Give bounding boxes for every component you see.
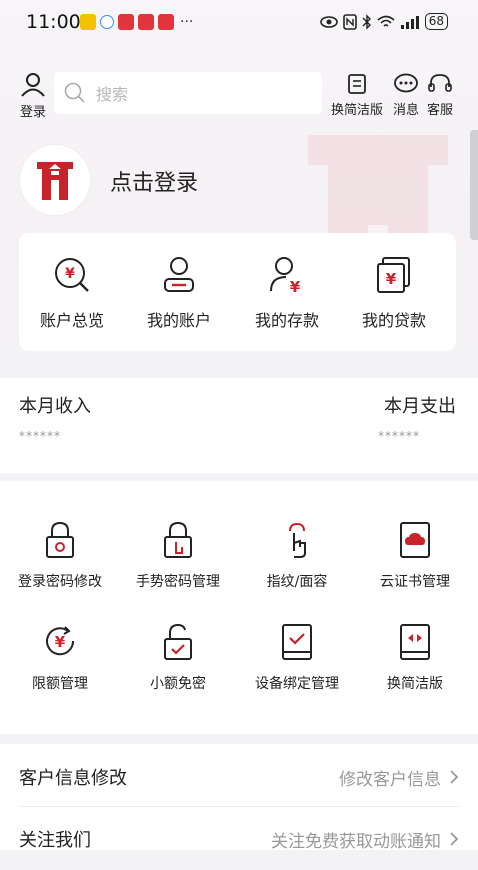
search-input[interactable]: 搜索 [54, 72, 322, 114]
battery-indicator: 68 [424, 13, 448, 30]
expense-label: 本月支出 [384, 396, 456, 417]
security-item-label: 指纹/面容 [266, 574, 328, 590]
user-yuan-icon: ¥ [270, 257, 301, 296]
status-indicators: 68 [319, 13, 448, 30]
status-time: 11:00 [26, 11, 81, 33]
side-drawer-handle[interactable] [470, 130, 478, 240]
security-fingerprint-face[interactable]: 指纹/面容 [237, 521, 357, 591]
message-icon [394, 73, 418, 93]
app-notification-icon [118, 14, 134, 30]
quick-action-label: 我的账户 [146, 311, 211, 330]
simple-mode-button[interactable]: 换简洁版 [331, 73, 383, 118]
bluetooth-icon [362, 13, 371, 30]
chevron-right-icon [450, 832, 459, 846]
monthly-summary-card[interactable]: 本月收入 ****** 本月支出 ****** [0, 378, 478, 473]
message-label: 消息 [393, 103, 420, 118]
signal-icon [400, 15, 419, 29]
yuan-search-icon: ¥ [55, 258, 89, 292]
cloud-cert-icon [400, 522, 430, 558]
security-small-amount-free[interactable]: 小额免密 [118, 623, 238, 693]
settings-list: 客户信息修改 修改客户信息 关注我们 关注免费获取动账通知 [0, 744, 478, 852]
security-item-label: 登录密码修改 [18, 574, 102, 590]
device-check-icon [282, 624, 312, 660]
income-value: ****** [19, 429, 61, 443]
list-item-title: 客户信息修改 [19, 768, 127, 789]
login-label: 登录 [19, 105, 46, 120]
quick-action-account-overview[interactable]: ¥ 账户总览 [22, 255, 122, 331]
unlock-check-icon [164, 623, 192, 660]
security-item-label: 设备绑定管理 [255, 676, 339, 692]
avatar[interactable] [20, 145, 90, 215]
search-placeholder: 搜索 [96, 85, 129, 104]
income-label: 本月收入 [19, 396, 91, 417]
app-notification-icon [100, 15, 114, 29]
security-cloud-certificate[interactable]: 云证书管理 [355, 521, 475, 591]
quick-action-my-account[interactable]: 我的账户 [129, 255, 229, 331]
svg-text:¥: ¥ [65, 266, 75, 282]
security-item-label: 换简洁版 [387, 676, 443, 692]
simple-mode-label: 换简洁版 [331, 103, 384, 118]
list-item-title: 关注我们 [19, 830, 91, 851]
wifi-icon [377, 15, 395, 27]
divider [19, 806, 459, 807]
headset-icon [428, 74, 452, 92]
security-simple-mode[interactable]: 换简洁版 [355, 623, 475, 693]
svg-text:¥: ¥ [290, 278, 301, 295]
more-notifications-icon: ··· [180, 14, 194, 30]
security-login-password[interactable]: 登录密码修改 [0, 521, 120, 591]
quick-action-my-loan[interactable]: ¥ 我的贷款 [344, 255, 444, 331]
security-item-label: 云证书管理 [380, 574, 450, 590]
customer-service-label: 客服 [427, 103, 454, 118]
nfc-icon [342, 13, 357, 30]
touch-icon [289, 522, 306, 558]
app-notification-icon [158, 14, 174, 30]
user-icon [21, 73, 45, 97]
quick-action-label: 我的贷款 [361, 311, 426, 330]
login-prompt[interactable]: 点击登录 [110, 165, 198, 197]
expense-value: ****** [378, 429, 420, 443]
security-item-label: 限额管理 [32, 676, 88, 692]
security-device-binding[interactable]: 设备绑定管理 [237, 623, 357, 693]
security-settings-card: 登录密码修改 手势密码管理 指纹/面容 云证书管理 ¥ 限额管理 小额免密 设备… [0, 481, 478, 734]
search-icon [64, 82, 85, 103]
lock-hand-icon [164, 521, 192, 558]
lock-gear-icon [46, 521, 74, 558]
app-notification-icon [138, 14, 154, 30]
message-button[interactable]: 消息 [393, 73, 419, 118]
customer-service-button[interactable]: 客服 [427, 73, 453, 118]
security-limit-management[interactable]: ¥ 限额管理 [0, 623, 120, 693]
yuan-cards-icon: ¥ [377, 257, 410, 293]
svg-text:¥: ¥ [55, 633, 66, 651]
list-item-value-text: 修改客户信息 [339, 769, 441, 790]
svg-text:¥: ¥ [386, 270, 397, 288]
login-button[interactable]: 登录 [19, 73, 47, 120]
quick-action-label: 我的存款 [254, 311, 319, 330]
security-item-label: 手势密码管理 [136, 574, 220, 590]
quick-actions-card: ¥ 账户总览 我的账户 ¥ 我的存款 ¥ 我的贷款 [19, 233, 456, 351]
list-item-value: 修改客户信息 [339, 765, 459, 790]
yuan-limit-icon: ¥ [46, 626, 75, 656]
list-item-value-text: 关注免费获取动账通知 [271, 831, 441, 852]
status-app-icons: ··· [80, 14, 193, 30]
simple-mode-icon [348, 74, 366, 94]
app-notification-icon [80, 14, 96, 30]
quick-action-my-deposit[interactable]: ¥ 我的存款 [237, 255, 337, 331]
chevron-right-icon [450, 770, 459, 784]
quick-action-label: 账户总览 [39, 311, 104, 330]
security-item-label: 小额免密 [150, 676, 206, 692]
list-item-follow-us[interactable]: 关注我们 关注免费获取动账通知 [19, 808, 459, 870]
security-gesture-password[interactable]: 手势密码管理 [118, 521, 238, 591]
status-bar: 11:00 ··· 68 [0, 0, 478, 48]
list-item-customer-info[interactable]: 客户信息修改 修改客户信息 [19, 746, 459, 808]
eye-icon [319, 15, 338, 28]
user-card-icon [164, 257, 194, 292]
list-item-value: 关注免费获取动账通知 [271, 827, 459, 852]
device-switch-icon [400, 624, 430, 660]
bank-logo-icon [37, 162, 73, 200]
